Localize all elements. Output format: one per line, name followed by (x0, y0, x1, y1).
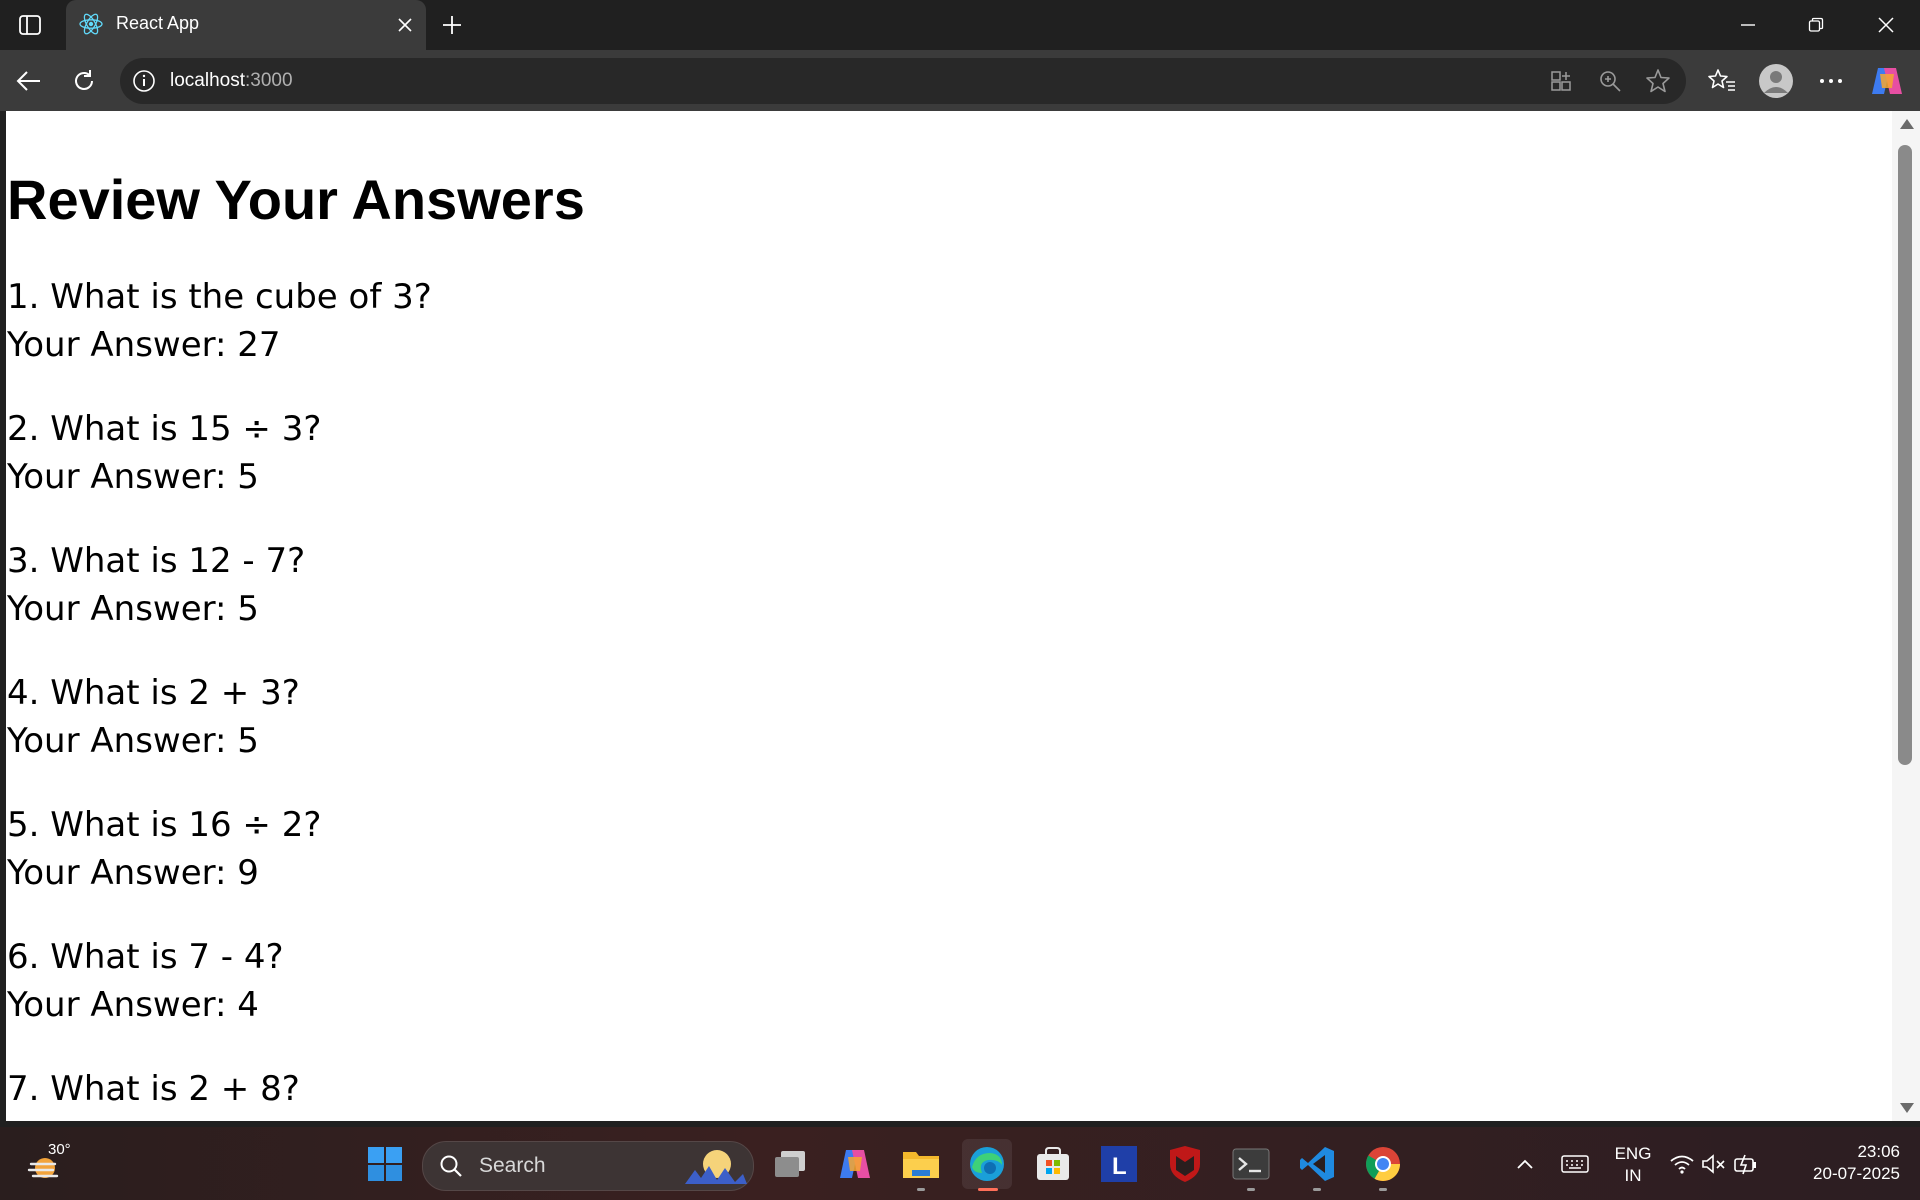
question-item: 2. What is 15 ÷ 3? Your Answer: 5 (7, 405, 321, 501)
question-item: 7. What is 2 + 8? (7, 1065, 300, 1121)
app-available-icon[interactable] (1547, 67, 1575, 95)
svg-text:L: L (1112, 1153, 1127, 1180)
url-port: :3000 (245, 70, 293, 91)
site-info-icon[interactable] (132, 69, 156, 93)
favorite-star-icon[interactable] (1644, 67, 1672, 95)
running-indicator (1379, 1188, 1387, 1191)
question-text: 3. What is 12 - 7? (7, 541, 306, 581)
answer-text: Your Answer: 27 (7, 325, 281, 365)
react-logo-icon (78, 11, 104, 37)
answer-text (7, 1113, 300, 1121)
url-host: localhost (170, 70, 245, 91)
restore-icon[interactable] (1782, 0, 1850, 50)
copilot-icon[interactable] (1868, 62, 1906, 100)
mcafee-shield-icon[interactable] (1160, 1139, 1210, 1189)
sidebar-toggle-icon[interactable] (14, 10, 46, 40)
battery-charging-icon (1734, 1154, 1756, 1175)
more-options-icon[interactable] (1812, 62, 1850, 100)
tab-strip: React App (0, 0, 1920, 50)
running-indicator (1313, 1188, 1321, 1191)
question-item: 3. What is 12 - 7? Your Answer: 5 (7, 537, 305, 633)
page-title: Review Your Answers (7, 168, 585, 231)
new-tab-icon[interactable] (436, 10, 468, 40)
profile-avatar-icon[interactable] (1757, 62, 1795, 100)
search-label: Search (479, 1154, 546, 1177)
zoom-icon[interactable] (1596, 67, 1624, 95)
task-view-icon[interactable] (766, 1139, 816, 1189)
question-text: 2. What is 15 ÷ 3? (7, 409, 322, 449)
file-explorer-icon[interactable] (896, 1139, 946, 1191)
clock-time: 23:06 (1857, 1142, 1900, 1161)
question-text: 7. What is 2 + 8? (7, 1069, 300, 1109)
answer-text: Your Answer: 5 (7, 457, 259, 497)
search-highlight-moon-icon (685, 1150, 747, 1184)
quick-settings[interactable] (1664, 1139, 1764, 1189)
chrome-icon[interactable] (1358, 1139, 1408, 1191)
minimize-icon[interactable] (1714, 0, 1782, 50)
address-bar[interactable]: localhost:3000 (120, 58, 1686, 104)
start-windows-icon[interactable] (360, 1139, 410, 1189)
question-item: 4. What is 2 + 3? Your Answer: 5 (7, 669, 300, 765)
page-content: Review Your Answers 1. What is the cube … (6, 111, 1892, 1121)
answer-text: Your Answer: 5 (7, 721, 259, 761)
answer-text: Your Answer: 5 (7, 589, 259, 629)
question-text: 5. What is 16 ÷ 2? (7, 805, 322, 845)
taskbar-search[interactable]: Search (422, 1141, 754, 1191)
keyboard-icon[interactable] (1550, 1139, 1600, 1189)
weather-temp: 30° (48, 1141, 71, 1158)
question-item: 6. What is 7 - 4? Your Answer: 4 (7, 933, 284, 1029)
clock-date: 20-07-2025 (1813, 1164, 1900, 1183)
l-app-icon[interactable]: L (1094, 1139, 1144, 1189)
close-tab-icon[interactable] (392, 12, 418, 38)
vscode-icon[interactable] (1292, 1139, 1342, 1191)
active-indicator (978, 1188, 998, 1191)
question-text: 4. What is 2 + 3? (7, 673, 300, 713)
edge-browser-icon[interactable] (962, 1139, 1012, 1191)
answer-text: Your Answer: 9 (7, 853, 259, 893)
microsoft-store-icon[interactable] (1028, 1139, 1078, 1189)
language-code: ENG (1614, 1144, 1652, 1163)
close-window-icon[interactable] (1852, 0, 1920, 50)
favorites-icon[interactable] (1703, 62, 1741, 100)
running-indicator (917, 1188, 925, 1191)
question-item: 1. What is the cube of 3? Your Answer: 2… (7, 273, 432, 369)
tab-react-app[interactable]: React App (66, 0, 426, 50)
browser-toolbar: localhost:3000 (0, 50, 1920, 111)
answer-text: Your Answer: 4 (7, 985, 259, 1025)
refresh-icon[interactable] (65, 62, 103, 100)
question-text: 1. What is the cube of 3? (7, 277, 432, 317)
clock[interactable]: 23:06 20-07-2025 (1790, 1141, 1900, 1185)
question-text: 6. What is 7 - 4? (7, 937, 284, 977)
tab-title: React App (116, 13, 200, 33)
show-hidden-icons-chevron-icon[interactable] (1500, 1139, 1550, 1189)
scroll-up-arrow-icon[interactable] (1900, 119, 1914, 129)
copilot-app-icon[interactable] (830, 1139, 880, 1189)
scroll-down-arrow-icon[interactable] (1900, 1103, 1914, 1113)
question-item: 5. What is 16 ÷ 2? Your Answer: 9 (7, 801, 321, 897)
search-icon (440, 1155, 462, 1177)
wifi-icon (1670, 1155, 1694, 1174)
language-region: IN (1624, 1166, 1642, 1185)
page-scrollbar[interactable] (1892, 111, 1920, 1121)
speaker-muted-icon (1702, 1154, 1725, 1174)
back-arrow-icon[interactable] (10, 62, 48, 100)
terminal-icon[interactable] (1226, 1139, 1276, 1191)
scrollbar-thumb[interactable] (1898, 145, 1912, 765)
taskbar: 30° Search L ENG IN 23:06 20-07-2025 (0, 1127, 1920, 1200)
running-indicator (1247, 1188, 1255, 1191)
language-indicator[interactable]: ENG IN (1608, 1143, 1658, 1187)
url-text[interactable]: localhost:3000 (170, 70, 293, 92)
